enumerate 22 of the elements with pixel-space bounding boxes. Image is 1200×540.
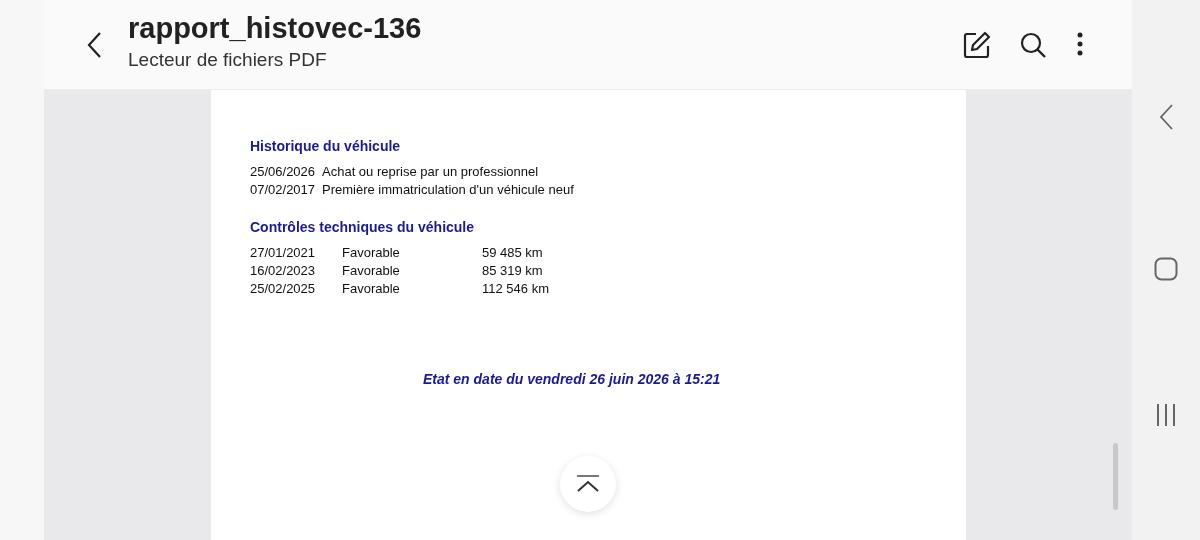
inspection-result: Favorable <box>342 262 401 280</box>
document-title: rapport_histovec-136 <box>128 12 423 45</box>
inspection-mileage: 112 546 km <box>482 280 549 298</box>
scrollbar[interactable] <box>1113 443 1118 510</box>
inspection-result: Favorable <box>342 280 401 298</box>
report-date: Etat en date du vendredi 26 juin 2026 à 15:21 <box>423 371 722 387</box>
history-date: 25/06/2026 <box>250 163 317 181</box>
history-event: Première immatriculation d'un véhicule neuf <box>322 181 574 199</box>
inspection-result: Favorable <box>342 244 401 262</box>
inspection-mileage: 85 319 km <box>482 262 543 280</box>
scroll-top-icon <box>576 474 600 494</box>
history-event: Achat ou reprise par un professionnel <box>322 163 539 181</box>
inspection-date: 27/01/2021 <box>250 244 317 262</box>
inspection-mileage: 59 485 km <box>482 244 543 262</box>
nav-home-icon[interactable] <box>1154 257 1178 284</box>
app-subtitle: Lecteur de fichiers PDF <box>128 49 328 71</box>
section-heading: Contrôles techniques du véhicule <box>250 219 476 235</box>
history-date: 07/02/2017 <box>250 181 317 199</box>
inspection-date: 25/02/2025 <box>250 280 317 298</box>
section-heading: Historique du véhicule <box>250 138 402 154</box>
inspection-date: 16/02/2023 <box>250 262 317 280</box>
edit-icon[interactable] <box>962 29 992 60</box>
